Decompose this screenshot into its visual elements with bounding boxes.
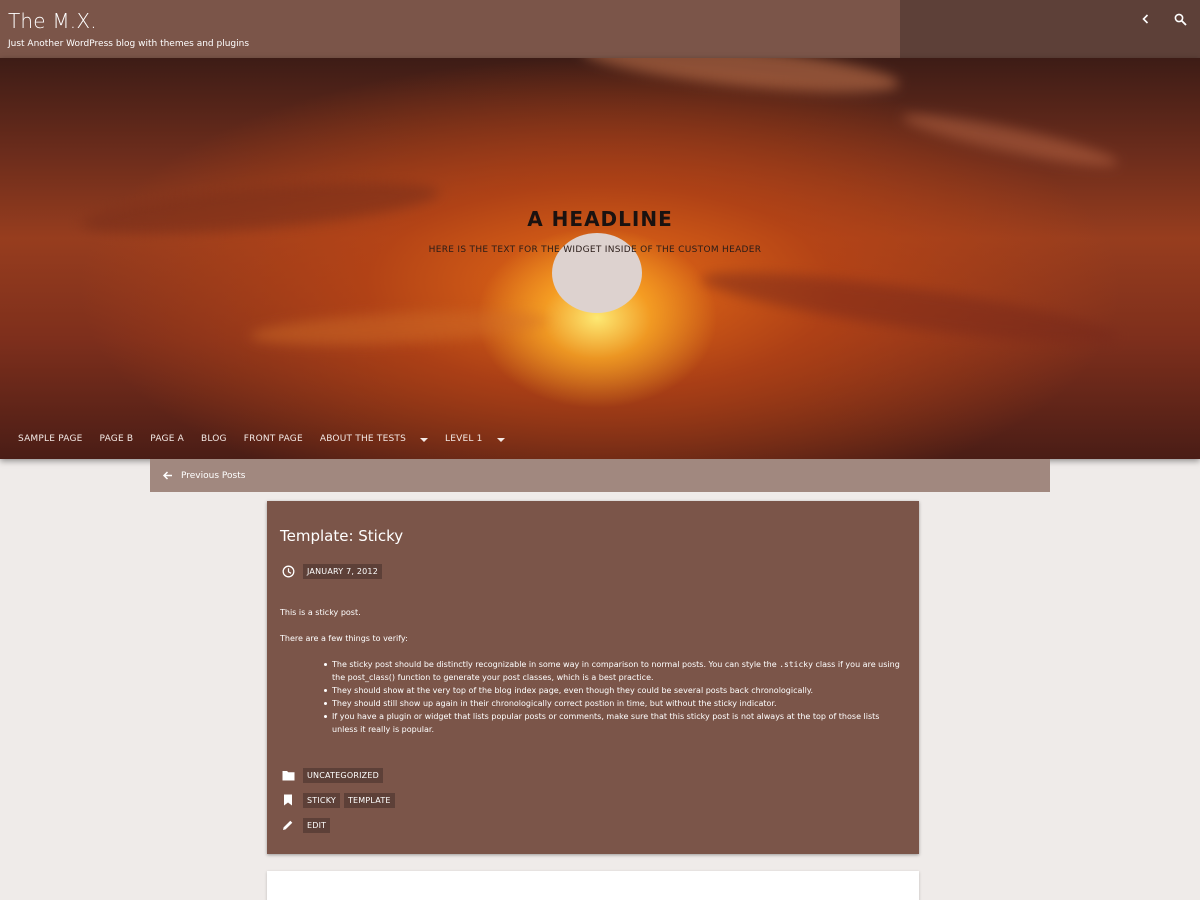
post-content: This is a sticky post. There are a few t… (280, 606, 905, 736)
post-title[interactable]: Template: Sticky (280, 527, 403, 545)
caret-down-icon[interactable] (419, 438, 428, 442)
bookmark-icon (280, 792, 296, 808)
post-paragraph: This is a sticky post. (280, 608, 361, 617)
arrow-left-icon (162, 466, 173, 485)
post-card: Template: Sticky JANUARY 7, 2012 This is… (267, 501, 919, 854)
folder-icon (280, 767, 296, 783)
cloud-streak (578, 58, 902, 103)
chevron-left-icon[interactable] (1136, 9, 1156, 29)
sticky-class-code: .sticky (779, 660, 813, 669)
list-item: They should still show up again in their… (324, 697, 905, 710)
custom-header-image: A HEADLINE HERE IS THE TEXT FOR THE WIDG… (0, 58, 1200, 459)
search-icon[interactable] (1170, 9, 1190, 29)
hero-headline: A HEADLINE (527, 207, 673, 231)
site-header: The M.X. Just Another WordPress blog wit… (0, 0, 900, 58)
cloud-streak (249, 305, 551, 351)
nav-item-page-b[interactable]: PAGE B (100, 434, 134, 444)
nav-item-label: ABOUT THE TESTS (319, 434, 406, 444)
tag-chip-sticky[interactable]: STICKY (303, 792, 340, 808)
clock-icon (280, 563, 296, 579)
site-tagline: Just Another WordPress blog with themes … (8, 39, 250, 49)
cloud-streak (699, 258, 1121, 358)
list-item: The sticky post should be distinctly rec… (324, 658, 905, 684)
post-date-row: JANUARY 7, 2012 (280, 563, 386, 579)
previous-posts-link[interactable]: Previous Posts (150, 459, 1050, 492)
next-post-card (267, 871, 919, 900)
post-date[interactable]: JANUARY 7, 2012 (303, 563, 383, 579)
post-paragraph: There are a few things to verify: (280, 634, 408, 643)
list-item-text: The sticky post should be distinctly rec… (332, 660, 780, 669)
nav-item-page-a[interactable]: PAGE A (150, 434, 184, 444)
tag-chip-template[interactable]: TEMPLATE (343, 792, 395, 808)
previous-posts-label: Previous Posts (181, 470, 246, 481)
hero-widget-text: HERE IS THE TEXT FOR THE WIDGET INSIDE O… (428, 245, 762, 255)
nav-item-front-page[interactable]: FRONT PAGE (244, 434, 303, 444)
pencil-icon (280, 817, 296, 833)
caret-down-icon[interactable] (496, 438, 505, 442)
nav-item-level-1[interactable]: LEVEL 1 (445, 434, 505, 444)
list-item: If you have a plugin or widget that list… (324, 710, 905, 736)
edit-link[interactable]: EDIT (303, 817, 331, 833)
nav-item-sample-page[interactable]: SAMPLE PAGE (18, 434, 83, 444)
header-actions (900, 0, 1200, 58)
nav-item-blog[interactable]: BLOG (201, 434, 227, 444)
category-chip[interactable]: UNCATEGORIZED (303, 767, 383, 783)
list-item: They should show at the very top of the … (324, 684, 905, 697)
verify-list: The sticky post should be distinctly rec… (324, 658, 905, 736)
site-title[interactable]: The M.X. (8, 9, 900, 33)
post-categories-row: UNCATEGORIZED (280, 767, 387, 783)
primary-navigation: SAMPLE PAGE PAGE B PAGE A BLOG FRONT PAG… (18, 434, 522, 444)
post-edit-row: EDIT (280, 817, 334, 833)
post-tags-row: STICKY TEMPLATE (280, 792, 399, 808)
cloud-streak (899, 105, 1121, 175)
nav-item-label: LEVEL 1 (444, 434, 483, 444)
nav-item-about-the-tests[interactable]: ABOUT THE TESTS (320, 434, 428, 444)
